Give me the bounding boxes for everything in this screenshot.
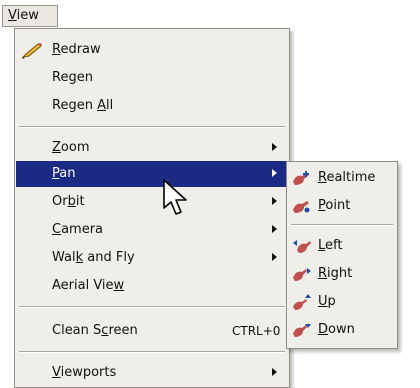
submenu-arrow-icon: [272, 197, 277, 205]
submenu-item-down[interactable]: Down: [288, 316, 396, 344]
regen-post: en: [76, 70, 93, 85]
view-label-mnemonic: V: [8, 8, 17, 23]
up-mn: U: [318, 294, 328, 309]
right-post: ight: [327, 266, 353, 281]
pan-point-icon: [293, 201, 310, 213]
viewports-mn: V: [52, 365, 61, 380]
regen-pre: Re: [52, 70, 69, 85]
regen-all-post: ll: [105, 98, 114, 113]
viewports-post: iewports: [60, 365, 117, 380]
clean-screen-post: reen: [108, 323, 138, 338]
menu-item-aerial-view[interactable]: Aerial View: [16, 273, 288, 299]
regen-all-mn: A: [97, 98, 106, 113]
menu-item-redraw[interactable]: Redraw: [16, 37, 288, 63]
pencil-icon: [21, 43, 42, 59]
redraw-post: edraw: [60, 42, 101, 57]
clean-screen-shortcut: CTRL+0: [232, 324, 281, 338]
menu-separator: [19, 306, 285, 308]
menu-item-viewports[interactable]: Viewports: [16, 360, 288, 386]
down-mn: D: [318, 322, 329, 337]
menu-item-zoom[interactable]: Zoom: [16, 135, 288, 161]
regen-mn: g: [68, 70, 77, 85]
menubar-view[interactable]: View: [2, 5, 58, 27]
pan-left-icon: [293, 240, 311, 253]
submenu-item-point[interactable]: Point: [288, 192, 396, 220]
camera-mn: C: [52, 222, 62, 237]
submenu-arrow-icon: [272, 143, 277, 151]
point-post: oint: [325, 198, 351, 213]
menu-separator: [19, 351, 285, 353]
walk-fly-mn: k: [75, 250, 84, 265]
mouse-cursor-icon: [163, 179, 187, 215]
down-post: own: [328, 322, 355, 337]
submenu-arrow-icon: [272, 225, 277, 233]
realtime-post: ealtime: [326, 170, 376, 185]
submenu-item-up[interactable]: Up: [288, 288, 396, 316]
menu-item-orbit[interactable]: Orbit: [16, 189, 288, 215]
up-post: p: [327, 294, 336, 309]
menu-item-camera[interactable]: Camera: [16, 217, 288, 243]
walk-fly-pre: Wal: [52, 250, 76, 265]
regen-all-pre: Regen: [52, 98, 98, 113]
right-mn: R: [318, 266, 328, 281]
walk-fly-post: and Fly: [83, 250, 135, 265]
submenu-item-realtime[interactable]: Realtime: [288, 164, 396, 192]
pan-right-icon: [293, 268, 311, 281]
submenu-arrow-icon: [272, 253, 277, 261]
aerial-view-pre: Aerial Vie: [52, 278, 114, 293]
submenu-separator: [291, 224, 393, 226]
pan-up-icon: [293, 294, 311, 310]
left-post: eft: [325, 238, 343, 253]
menu-item-regen[interactable]: Regen: [16, 65, 288, 91]
menu-separator: [19, 126, 285, 128]
pan-post: an: [59, 166, 76, 181]
clean-screen-pre: Clean S: [52, 323, 102, 338]
menu-item-regen-all[interactable]: Regen All: [16, 93, 288, 119]
zoom-post: oom: [60, 140, 90, 155]
aerial-view-mn: w: [113, 278, 125, 293]
menu-item-clean-screen[interactable]: Clean Screen CTRL+0: [16, 318, 288, 344]
pan-submenu: Realtime Point Left Right Up Down: [286, 161, 398, 349]
submenu-arrow-icon: [272, 368, 277, 376]
view-label-post: iew: [16, 8, 39, 23]
camera-post: amera: [61, 222, 104, 237]
submenu-arrow-icon: [272, 169, 277, 177]
left-mn: L: [318, 238, 326, 253]
view-menu: Redraw Regen Regen All Zoom Pan Orbit Ca…: [14, 28, 290, 388]
orbit-post: it: [75, 194, 85, 209]
orbit-pre: Or: [52, 194, 68, 209]
submenu-item-left[interactable]: Left: [288, 232, 396, 260]
pan-down-icon: [293, 324, 311, 337]
zoom-mn: Z: [52, 140, 61, 155]
menu-item-walk-and-fly[interactable]: Walk and Fly: [16, 245, 288, 271]
orbit-mn: b: [67, 194, 76, 209]
submenu-item-right[interactable]: Right: [288, 260, 396, 288]
menu-item-pan[interactable]: Pan: [16, 161, 288, 187]
pan-realtime-icon: [293, 171, 309, 185]
